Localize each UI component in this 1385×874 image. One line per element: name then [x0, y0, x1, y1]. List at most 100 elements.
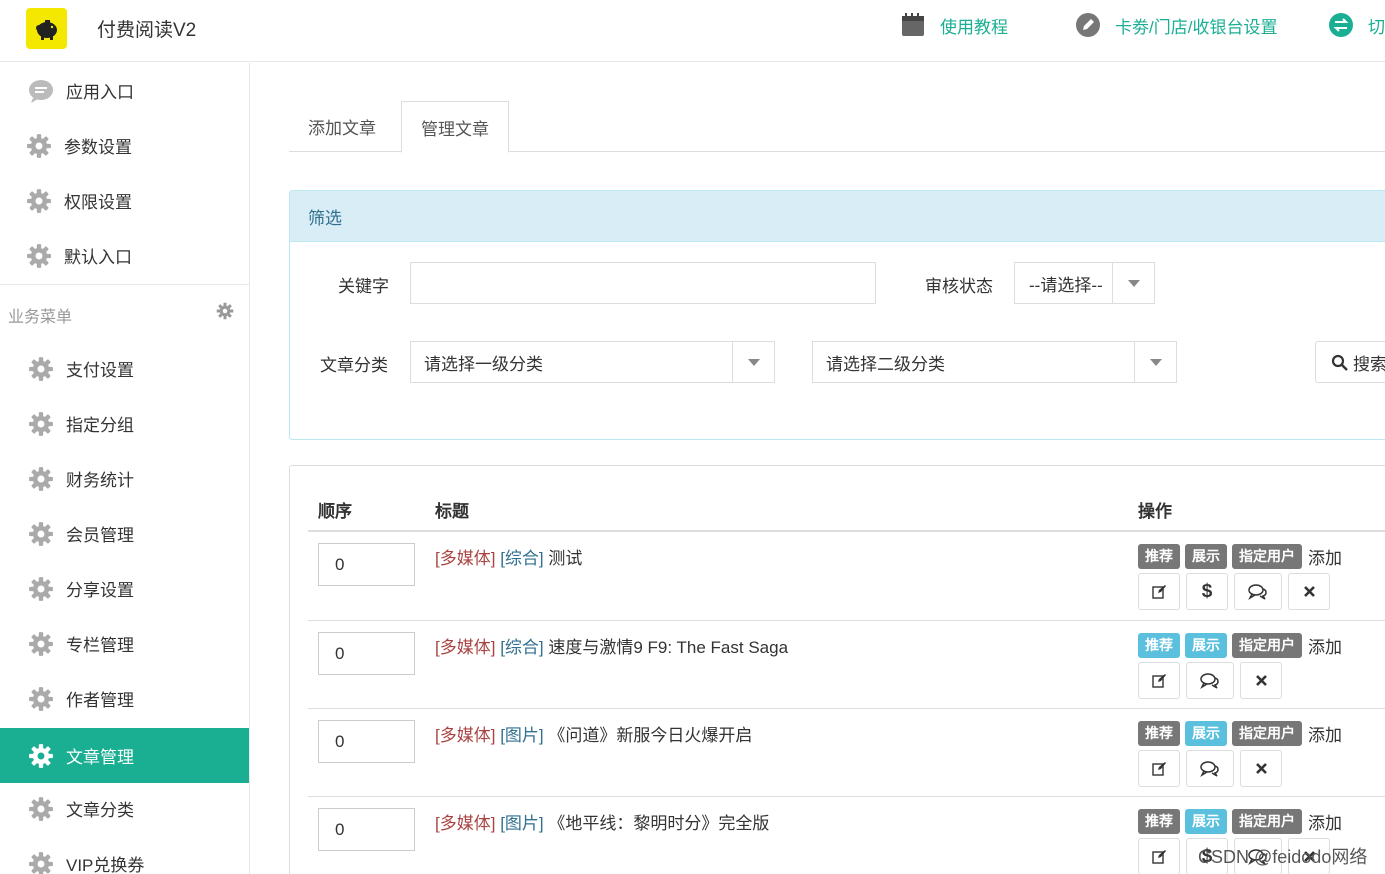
add-link[interactable]: 添加: [1308, 721, 1342, 746]
tab-add-article[interactable]: 添加文章: [289, 101, 395, 152]
nav-card-store-settings[interactable]: 卡劵/门店/收银台设置: [1075, 12, 1277, 38]
gear-icon: [26, 794, 56, 824]
show-badge[interactable]: 展示: [1185, 721, 1227, 746]
assign-user-badge[interactable]: 指定用户: [1232, 809, 1302, 834]
edit-button[interactable]: [1138, 750, 1180, 787]
sidebar-item-label: 指定分组: [66, 416, 134, 435]
edit-button[interactable]: [1138, 573, 1180, 610]
sidebar-item-author-management[interactable]: 作者管理: [0, 671, 249, 726]
category-tag[interactable]: [图片]: [500, 726, 543, 745]
sidebar-item-article-management[interactable]: 文章管理: [0, 728, 249, 783]
sidebar-item-share-settings[interactable]: 分享设置: [0, 561, 249, 616]
media-type-tag[interactable]: [多媒体]: [435, 814, 495, 833]
gear-icon: [26, 574, 56, 604]
sidebar-divider: [0, 284, 249, 285]
section-gear-icon[interactable]: [216, 302, 234, 325]
order-input[interactable]: 0: [318, 543, 415, 586]
assign-user-badge[interactable]: 指定用户: [1232, 544, 1302, 569]
sidebar-item-article-category[interactable]: 文章分类: [0, 781, 249, 836]
article-title[interactable]: 测试: [548, 549, 582, 568]
article-title[interactable]: 《地平线：黎明时分》完全版: [548, 814, 769, 833]
sidebar-item-column-management[interactable]: 专栏管理: [0, 616, 249, 671]
order-input[interactable]: 0: [318, 808, 415, 851]
sidebar-item-default-entry[interactable]: 默认入口: [0, 228, 249, 283]
recommend-badge[interactable]: 推荐: [1138, 633, 1180, 658]
gear-icon: [24, 186, 54, 216]
gear-icon: [26, 354, 56, 384]
column-header-ops: 操作: [1138, 502, 1172, 521]
sidebar-item-assign-group[interactable]: 指定分组: [0, 396, 249, 451]
sidebar-item-payment-settings[interactable]: 支付设置: [0, 341, 249, 396]
sidebar-item-vip-coupon[interactable]: VIP兑换券: [0, 836, 249, 874]
watermark: CSDN @feidodo网络: [1198, 847, 1368, 867]
keyword-input[interactable]: [410, 262, 876, 304]
add-link[interactable]: 添加: [1308, 809, 1342, 834]
sidebar-item-member-management[interactable]: 会员管理: [0, 506, 249, 561]
piggy-bank-logo-icon[interactable]: [26, 8, 67, 49]
edit-button[interactable]: [1138, 838, 1180, 874]
sidebar-item-label: 财务统计: [66, 471, 134, 490]
tab-manage-article[interactable]: 管理文章: [401, 101, 509, 153]
assign-user-badge[interactable]: 指定用户: [1232, 721, 1302, 746]
assign-user-badge[interactable]: 指定用户: [1232, 633, 1302, 658]
edit-button[interactable]: [1138, 662, 1180, 699]
category1-select[interactable]: 请选择一级分类: [410, 341, 775, 383]
gear-icon: [26, 849, 56, 874]
recommend-badge[interactable]: 推荐: [1138, 721, 1180, 746]
show-badge[interactable]: 展示: [1185, 809, 1227, 834]
nav-tutorial[interactable]: 使用教程: [900, 12, 1008, 38]
sidebar: 应用入口 参数设置 权限设置 默认入口 业务菜单 支付设置 指定分组 财务统计 …: [0, 63, 250, 874]
media-type-tag[interactable]: [多媒体]: [435, 549, 495, 568]
close-icon: [1303, 586, 1315, 597]
comments-button[interactable]: [1234, 573, 1282, 610]
gear-icon: [24, 131, 54, 161]
article-title[interactable]: 《问道》新服今日火爆开启: [548, 726, 752, 745]
edit-icon: [1151, 761, 1167, 776]
comments-button[interactable]: [1186, 750, 1234, 787]
caret-down-icon: [1112, 263, 1154, 303]
audit-status-label: 审核状态: [925, 277, 993, 296]
audit-status-select[interactable]: --请选择--: [1014, 262, 1155, 304]
sidebar-item-label: 分享设置: [66, 581, 134, 600]
add-link[interactable]: 添加: [1308, 544, 1342, 569]
sidebar-item-app-entry[interactable]: 应用入口: [0, 63, 249, 118]
recommend-badge[interactable]: 推荐: [1138, 809, 1180, 834]
sidebar-item-label: 文章管理: [66, 748, 134, 767]
order-input[interactable]: 0: [318, 632, 415, 675]
delete-button[interactable]: [1240, 750, 1282, 787]
show-badge[interactable]: 展示: [1185, 633, 1227, 658]
filter-panel-title: 筛选: [290, 191, 1385, 242]
comments-icon: [1248, 583, 1268, 600]
category-tag[interactable]: [图片]: [500, 814, 543, 833]
nav-switch[interactable]: 切: [1328, 12, 1385, 38]
delete-button[interactable]: [1288, 573, 1330, 610]
gear-icon: [24, 241, 54, 271]
sidebar-item-label: 默认入口: [64, 248, 132, 267]
order-input[interactable]: 0: [318, 720, 415, 763]
sidebar-item-permission-settings[interactable]: 权限设置: [0, 173, 249, 228]
sidebar-item-param-settings[interactable]: 参数设置: [0, 118, 249, 173]
recommend-badge[interactable]: 推荐: [1138, 544, 1180, 569]
table-row: 0 [多媒体] [图片] 《问道》新服今日火爆开启 推荐 展示 指定用户 添加: [308, 708, 1385, 796]
category2-select[interactable]: 请选择二级分类: [812, 341, 1177, 383]
media-type-tag[interactable]: [多媒体]: [435, 726, 495, 745]
edit-icon: [1151, 849, 1167, 864]
article-title-cell: [多媒体] [图片] 《地平线：黎明时分》完全版: [435, 809, 769, 834]
delete-button[interactable]: [1240, 662, 1282, 699]
sidebar-item-label: 作者管理: [66, 691, 134, 710]
comments-button[interactable]: [1186, 662, 1234, 699]
article-title[interactable]: 速度与激情9 F9: The Fast Saga: [548, 638, 788, 657]
gear-icon: [26, 519, 56, 549]
add-link[interactable]: 添加: [1308, 633, 1342, 658]
show-badge[interactable]: 展示: [1185, 544, 1227, 569]
category-tag[interactable]: [综合]: [500, 549, 543, 568]
sidebar-item-finance-stats[interactable]: 财务统计: [0, 451, 249, 506]
search-button[interactable]: 搜索: [1315, 341, 1385, 383]
column-header-order: 顺序: [318, 502, 352, 521]
caret-down-icon: [1134, 342, 1176, 382]
pay-settings-button[interactable]: $: [1186, 573, 1228, 610]
row-actions: 推荐 展示 指定用户 添加: [1138, 721, 1385, 787]
close-icon: [1255, 763, 1267, 774]
media-type-tag[interactable]: [多媒体]: [435, 638, 495, 657]
category-tag[interactable]: [综合]: [500, 638, 543, 657]
